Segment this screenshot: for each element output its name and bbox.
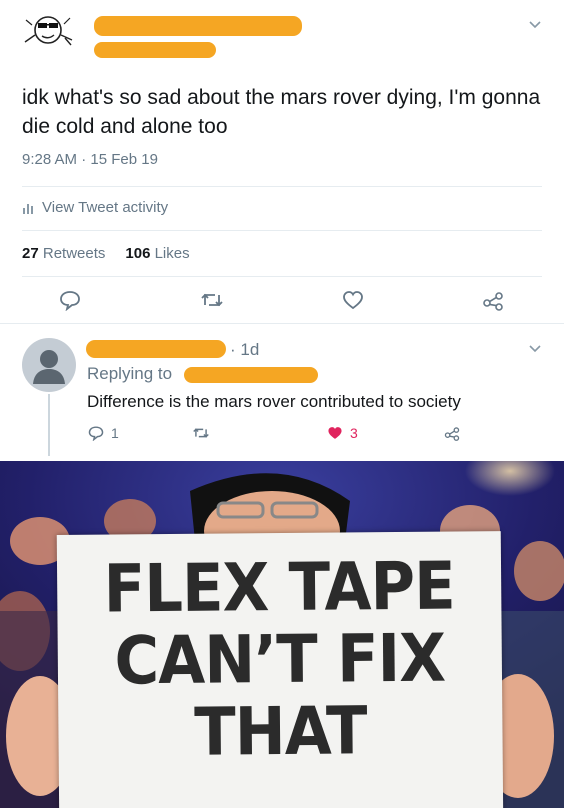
reply-age[interactable]: · 1d: [230, 340, 259, 360]
divider: [22, 276, 542, 277]
divider: [0, 323, 564, 324]
divider: [22, 186, 542, 187]
reply-count: 1: [111, 425, 119, 441]
sign-text-line-1: FLEX TAPE: [103, 547, 456, 628]
heart-icon: [326, 425, 344, 441]
chevron-down-icon[interactable]: [528, 344, 542, 354]
share-icon: [443, 425, 461, 441]
retweets-count: 27: [22, 245, 39, 262]
reply-reply-button[interactable]: 1: [87, 423, 119, 443]
thread-line: [48, 394, 50, 456]
divider: [22, 230, 542, 231]
like-count: 3: [350, 425, 358, 441]
heart-icon[interactable]: [341, 289, 367, 311]
reply-share-button[interactable]: [443, 423, 461, 443]
likes-count: 106: [125, 245, 151, 262]
redacted-handle: [94, 42, 216, 58]
sign-board: FLEX TAPE CAN’T FIX THAT: [56, 531, 504, 808]
replying-to-label: Replying to: [87, 364, 173, 383]
activity-label: View Tweet activity: [42, 199, 169, 216]
share-icon[interactable]: [481, 289, 507, 311]
sign-text-line-2: CAN’T FIX: [114, 619, 446, 700]
reply-like-button[interactable]: 3: [326, 423, 358, 443]
reply-photo[interactable]: FLEX TAPE CAN’T FIX THAT: [0, 461, 564, 808]
redacted-replying-handle: [184, 367, 318, 383]
reply-text: Difference is the mars rover contributed…: [87, 392, 461, 411]
chevron-down-icon[interactable]: [528, 20, 542, 30]
sign-text-line-3: THAT: [193, 692, 367, 771]
reply-icon[interactable]: [58, 289, 84, 311]
tweet-timestamp[interactable]: 9:28 AM · 15 Feb 19: [22, 151, 158, 168]
redacted-display-name: [94, 16, 302, 36]
tweet-text: idk what's so sad about the mars rover d…: [22, 86, 541, 138]
bar-chart-icon: [22, 202, 36, 214]
default-avatar-icon[interactable]: [22, 338, 76, 392]
avatar[interactable]: [18, 8, 78, 54]
likes-stat[interactable]: 106 Likes: [125, 245, 189, 262]
reply-retweet-button[interactable]: [191, 423, 211, 443]
retweets-label: Retweets: [42, 245, 106, 262]
retweet-icon: [191, 425, 211, 441]
view-tweet-activity-link[interactable]: View Tweet activity: [22, 199, 168, 216]
likes-label: Likes: [154, 245, 190, 262]
tweet-stats: 27 Retweets 106 Likes: [22, 245, 190, 262]
retweet-icon[interactable]: [199, 289, 225, 311]
redacted-reply-author: [86, 340, 226, 358]
reply-icon: [87, 425, 105, 441]
retweets-stat[interactable]: 27 Retweets: [22, 245, 105, 262]
